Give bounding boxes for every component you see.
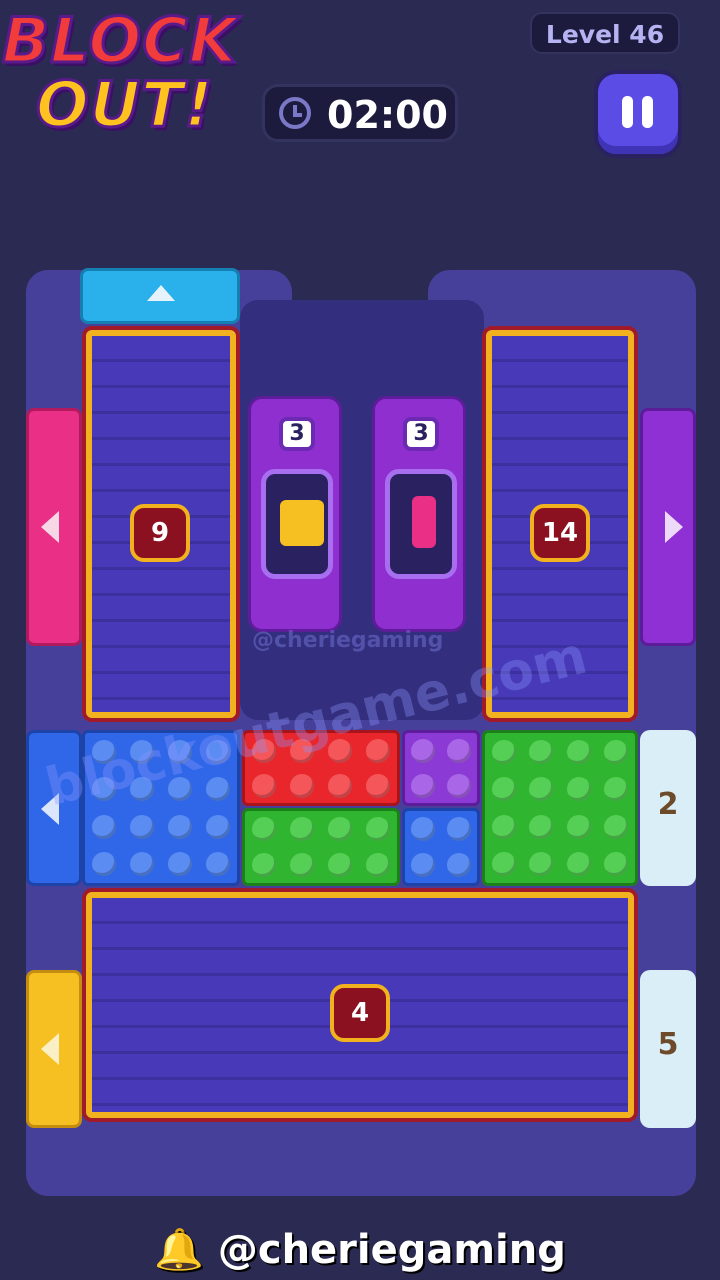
lego-stud: [566, 777, 591, 802]
lego-stud: [447, 853, 471, 877]
lego-stud: [366, 817, 390, 841]
lego-stud: [366, 773, 390, 798]
lego-stud: [566, 852, 591, 877]
lego-stud: [92, 852, 116, 877]
watermark-handle: @cheriegaming: [252, 628, 444, 653]
lego-stud: [529, 777, 554, 802]
block-green-small[interactable]: [242, 808, 400, 886]
lego-stud: [130, 814, 154, 839]
lego-stud: [604, 852, 629, 877]
timer-display: 02:00: [262, 84, 458, 142]
lego-stud: [604, 777, 629, 802]
lego-stud: [529, 739, 554, 764]
arrow-left-icon: [41, 511, 59, 543]
lego-stud: [411, 817, 435, 841]
yellow-brick-icon: [280, 500, 324, 546]
arrow-up-icon: [147, 285, 175, 301]
logo-text-out: OUT!: [35, 67, 215, 143]
exit-door-top-cyan: [80, 268, 240, 324]
lego-stud: [447, 817, 471, 841]
lego-stud: [328, 853, 352, 877]
lego-stud: [411, 853, 435, 877]
lego-stud: [529, 852, 554, 877]
lego-stud: [566, 739, 591, 764]
lego-stud: [206, 814, 230, 839]
lego-stud: [604, 814, 629, 839]
lego-stud: [604, 739, 629, 764]
lego-stud: [206, 777, 230, 802]
lego-stud: [290, 817, 314, 841]
arrow-left-icon: [41, 1033, 59, 1065]
lego-stud: [206, 852, 230, 877]
lego-stud: [290, 773, 314, 798]
lego-stud: [366, 738, 390, 763]
lego-stud: [290, 853, 314, 877]
box-count-left: 9: [130, 504, 190, 562]
creator-handle: 🔔 @cheriegaming: [154, 1227, 566, 1273]
level-text: Level 46: [545, 20, 665, 49]
pause-button[interactable]: [594, 70, 682, 158]
side-counter-top: 2: [640, 730, 696, 886]
lego-stud: [328, 817, 352, 841]
lego-stud: [491, 739, 516, 764]
lego-stud: [491, 777, 516, 802]
dispenser-machine-left[interactable]: 3: [248, 396, 342, 632]
lego-stud: [168, 814, 192, 839]
machine-screen-left: [261, 469, 333, 579]
lego-stud: [566, 814, 591, 839]
block-blue-small[interactable]: [402, 808, 480, 886]
lego-stud: [411, 773, 435, 798]
lego-stud: [529, 814, 554, 839]
side-counter-bottom: 5: [640, 970, 696, 1128]
lego-stud: [252, 773, 276, 798]
lego-stud: [491, 814, 516, 839]
machine-screen-right: [385, 469, 457, 579]
exit-door-left-yellow: [26, 970, 82, 1128]
lego-stud: [366, 853, 390, 877]
lego-stud: [252, 817, 276, 841]
lego-stud: [411, 738, 435, 763]
pink-brick-icon: [412, 496, 436, 548]
logo-text-block: BLOCK: [1, 3, 239, 79]
machine-count-left: 3: [279, 417, 315, 451]
clock-icon: [279, 97, 311, 129]
lego-stud: [447, 738, 471, 763]
arrow-right-icon: [665, 511, 683, 543]
lego-stud: [168, 852, 192, 877]
block-green-large[interactable]: [482, 730, 638, 886]
lego-stud: [92, 814, 116, 839]
timer-text: 02:00: [327, 93, 448, 137]
level-indicator: Level 46: [530, 12, 680, 54]
lego-stud: [252, 853, 276, 877]
lego-stud: [447, 773, 471, 798]
exit-door-left-pink: [26, 408, 82, 646]
lego-stud: [491, 852, 516, 877]
exit-door-right-violet: [640, 408, 696, 646]
dispenser-machine-right[interactable]: 3: [372, 396, 466, 632]
lego-stud: [130, 852, 154, 877]
block-purple-small[interactable]: [402, 730, 480, 806]
box-count-right: 14: [530, 504, 590, 562]
game-logo: BLOCK OUT!: [0, 0, 270, 150]
box-count-bottom: 4: [330, 984, 390, 1042]
lego-stud: [328, 773, 352, 798]
machine-count-right: 3: [403, 417, 439, 451]
